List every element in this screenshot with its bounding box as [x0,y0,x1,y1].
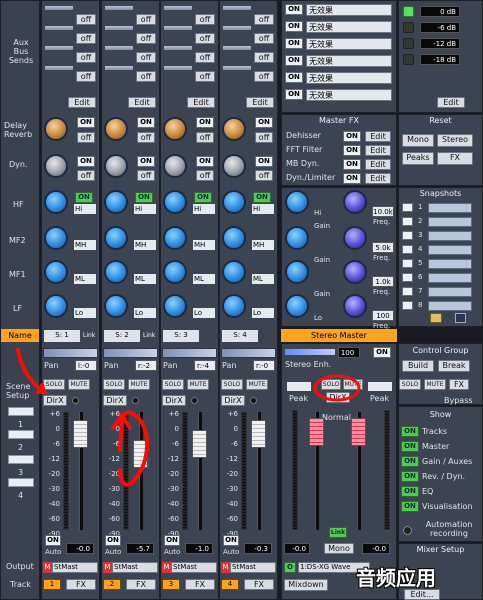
red-arrow-left [16,348,51,394]
red-arrow-up [111,410,150,487]
red-circle-dirx [313,374,361,402]
red-annotation-arrows [16,348,361,487]
